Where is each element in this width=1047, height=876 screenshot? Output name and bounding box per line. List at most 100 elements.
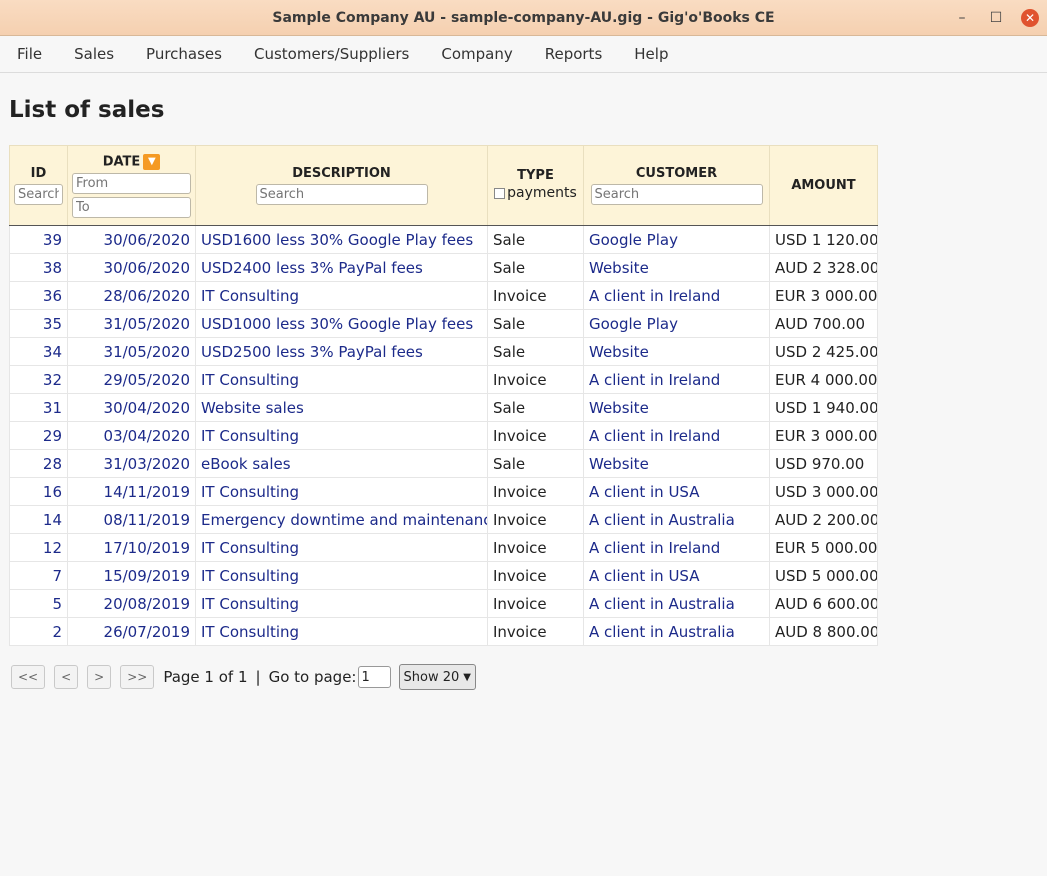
cell-description[interactable]: IT Consulting (195, 365, 488, 394)
cell-id[interactable]: 34 (9, 337, 68, 366)
cell-customer[interactable]: A client in Ireland (583, 365, 770, 394)
cell-customer[interactable]: A client in Australia (583, 505, 770, 534)
cell-id[interactable]: 32 (9, 365, 68, 394)
table-row[interactable]: 7 15/09/2019 IT Consulting Invoice A client … (9, 561, 878, 590)
table-row[interactable]: 36 28/06/2020 IT Consulting Invoice A client… (9, 281, 878, 310)
header-customer-label[interactable]: CUSTOMER (588, 166, 765, 181)
cell-description[interactable]: IT Consulting (195, 477, 488, 506)
cell-description[interactable]: IT Consulting (195, 533, 488, 562)
payments-checkbox[interactable] (494, 187, 506, 199)
cell-description[interactable]: IT Consulting (195, 589, 488, 618)
cell-customer[interactable]: A client in Ireland (583, 533, 770, 562)
id-search-input[interactable] (14, 184, 63, 205)
cell-date[interactable]: 29/05/2020 (67, 365, 196, 394)
cell-date[interactable]: 31/05/2020 (67, 337, 196, 366)
cell-description[interactable]: USD2400 less 3% PayPal fees (195, 253, 488, 282)
cell-customer[interactable]: Website (583, 449, 770, 478)
cell-customer[interactable]: Website (583, 337, 770, 366)
last-page-button[interactable]: >> (120, 665, 155, 689)
cell-date[interactable]: 15/09/2019 (67, 561, 196, 590)
cell-description[interactable]: USD2500 less 3% PayPal fees (195, 337, 488, 366)
cell-description[interactable]: Emergency downtime and maintenance (195, 505, 488, 534)
description-search-input[interactable] (255, 184, 428, 205)
menu-customers-suppliers[interactable]: Customers/Suppliers (254, 45, 409, 63)
header-type-label[interactable]: TYPE (492, 168, 579, 183)
header-amount-label[interactable]: AMOUNT (774, 178, 873, 193)
cell-date[interactable]: 08/11/2019 (67, 505, 196, 534)
cell-id[interactable]: 14 (9, 505, 68, 534)
cell-date[interactable]: 31/05/2020 (67, 309, 196, 338)
table-row[interactable]: 35 31/05/2020 USD1000 less 30% Google Play… (9, 309, 878, 338)
cell-id[interactable]: 12 (9, 533, 68, 562)
cell-customer[interactable]: A client in USA (583, 561, 770, 590)
cell-date[interactable]: 14/11/2019 (67, 477, 196, 506)
cell-date[interactable]: 31/03/2020 (67, 449, 196, 478)
table-row[interactable]: 28 31/03/2020 eBook sales Sale Website USD 97… (9, 449, 878, 478)
cell-description[interactable]: USD1600 less 30% Google Play fees (195, 225, 488, 254)
customer-search-input[interactable] (590, 184, 763, 205)
cell-id[interactable]: 2 (9, 617, 68, 646)
cell-id[interactable]: 39 (9, 225, 68, 254)
cell-date[interactable]: 17/10/2019 (67, 533, 196, 562)
cell-date[interactable]: 03/04/2020 (67, 421, 196, 450)
table-row[interactable]: 14 08/11/2019 Emergency downtime and maint… (9, 505, 878, 534)
cell-description[interactable]: IT Consulting (195, 281, 488, 310)
cell-date[interactable]: 28/06/2020 (67, 281, 196, 310)
goto-page-input[interactable]: 1 (357, 666, 391, 688)
cell-customer[interactable]: A client in USA (583, 477, 770, 506)
cell-description[interactable]: IT Consulting (195, 561, 488, 590)
table-row[interactable]: 5 20/08/2019 IT Consulting Invoice A client … (9, 589, 878, 618)
first-page-button[interactable]: << (11, 665, 46, 689)
prev-page-button[interactable]: < (54, 665, 79, 689)
table-row[interactable]: 39 30/06/2020 USD1600 less 30% Google Play… (9, 225, 878, 254)
cell-id[interactable]: 28 (9, 449, 68, 478)
cell-id[interactable]: 31 (9, 393, 68, 422)
menu-reports[interactable]: Reports (545, 45, 603, 63)
cell-description[interactable]: IT Consulting (195, 421, 488, 450)
cell-customer[interactable]: Google Play (583, 225, 770, 254)
cell-id[interactable]: 36 (9, 281, 68, 310)
cell-customer[interactable]: A client in Australia (583, 617, 770, 646)
header-date-label[interactable]: DATE (103, 154, 141, 169)
menu-company[interactable]: Company (441, 45, 512, 63)
cell-customer[interactable]: A client in Ireland (583, 421, 770, 450)
cell-customer[interactable]: Website (583, 253, 770, 282)
cell-description[interactable]: Website sales (195, 393, 488, 422)
menu-sales[interactable]: Sales (74, 45, 114, 63)
cell-id[interactable]: 38 (9, 253, 68, 282)
cell-date[interactable]: 30/04/2020 (67, 393, 196, 422)
cell-id[interactable]: 7 (9, 561, 68, 590)
cell-id[interactable]: 16 (9, 477, 68, 506)
sort-descending-icon[interactable]: ▼ (143, 153, 161, 170)
table-row[interactable]: 12 17/10/2019 IT Consulting Invoice A client… (9, 533, 878, 562)
menu-purchases[interactable]: Purchases (146, 45, 222, 63)
minimize-button[interactable]: – (945, 0, 979, 36)
table-row[interactable]: 16 14/11/2019 IT Consulting Invoice A client… (9, 477, 878, 506)
cell-date[interactable]: 20/08/2019 (67, 589, 196, 618)
close-button[interactable]: ✕ (1013, 0, 1047, 36)
table-row[interactable]: 38 30/06/2020 USD2400 less 3% PayPal fees S… (9, 253, 878, 282)
header-description-label[interactable]: DESCRIPTION (200, 166, 483, 181)
date-from-input[interactable] (72, 172, 191, 194)
cell-customer[interactable]: A client in Australia (583, 589, 770, 618)
payments-filter[interactable]: payments (494, 185, 577, 201)
cell-description[interactable]: USD1000 less 30% Google Play fees (195, 309, 488, 338)
table-row[interactable]: 29 03/04/2020 IT Consulting Invoice A client… (9, 421, 878, 450)
table-row[interactable]: 31 30/04/2020 Website sales Sale Website USD … (9, 393, 878, 422)
menu-file[interactable]: File (17, 45, 42, 63)
cell-description[interactable]: IT Consulting (195, 617, 488, 646)
table-row[interactable]: 34 31/05/2020 USD2500 less 3% PayPal fees S… (9, 337, 878, 366)
cell-date[interactable]: 30/06/2020 (67, 225, 196, 254)
header-id-label[interactable]: ID (14, 166, 63, 181)
next-page-button[interactable]: > (87, 665, 112, 689)
cell-id[interactable]: 29 (9, 421, 68, 450)
cell-id[interactable]: 35 (9, 309, 68, 338)
cell-description[interactable]: eBook sales (195, 449, 488, 478)
maximize-button[interactable]: ☐ (979, 0, 1013, 36)
cell-id[interactable]: 5 (9, 589, 68, 618)
cell-customer[interactable]: Website (583, 393, 770, 422)
cell-date[interactable]: 26/07/2019 (67, 617, 196, 646)
date-to-input[interactable] (72, 196, 191, 218)
table-row[interactable]: 32 29/05/2020 IT Consulting Invoice A client… (9, 365, 878, 394)
page-size-select[interactable]: Show 20 ▼ (398, 664, 476, 690)
